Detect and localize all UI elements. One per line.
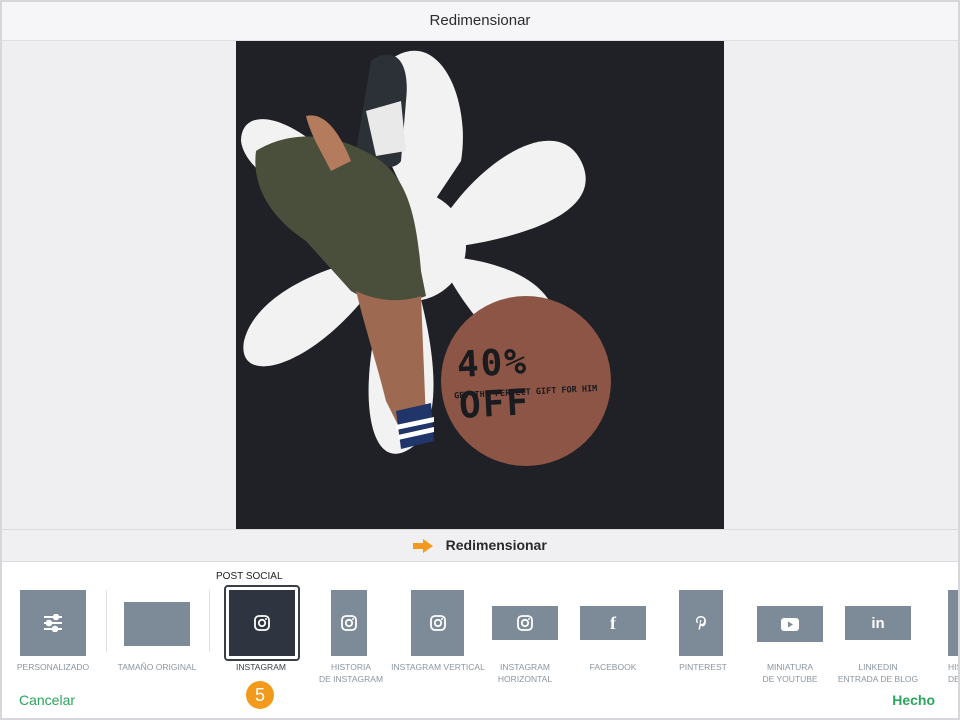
preset-facebook[interactable]: f FACEBOOK: [580, 562, 646, 688]
preset-tile[interactable]: [757, 606, 823, 642]
cancel-button[interactable]: Cancelar: [19, 692, 75, 708]
preset-label: HIS DE SN: [948, 661, 958, 685]
preset-label-line2: HORIZONTAL: [497, 674, 553, 684]
instagram-icon: [341, 615, 357, 631]
preset-tile[interactable]: [492, 606, 558, 640]
preset-label: LINKEDIN ENTRADA DE BLOG: [835, 661, 921, 685]
preset-label-line1: INSTAGRAM: [500, 662, 550, 672]
preset-label-line2: ENTRADA DE BLOG: [837, 674, 919, 684]
divider: [209, 590, 210, 652]
bottom-bar: Cancelar Hecho: [2, 688, 958, 718]
preset-tile[interactable]: [948, 590, 958, 656]
preset-instagram[interactable]: INSTAGRAM: [224, 562, 300, 688]
preset-tile[interactable]: [124, 602, 190, 646]
preset-tile[interactable]: in: [845, 606, 911, 640]
preset-label: MINIATURA DE YOUTUBE: [747, 661, 833, 685]
preset-tamano-original[interactable]: TAMAÑO ORIGINAL: [118, 562, 196, 688]
page-title: Redimensionar: [429, 12, 531, 29]
resize-action-bar: Redimensionar: [2, 529, 958, 562]
preset-tile[interactable]: [331, 590, 367, 656]
facebook-icon: f: [610, 613, 616, 633]
youtube-icon: [781, 617, 799, 631]
preset-label-line1: HIS: [948, 662, 958, 672]
preset-label: INSTAGRAM HORIZONTAL: [482, 661, 568, 685]
preset-label: INSTAGRAM: [236, 662, 286, 672]
preset-label-line2: DE SN: [948, 674, 958, 684]
artwork-graphic: [236, 41, 724, 529]
preset-label: FACEBOOK: [589, 662, 637, 672]
preset-label-line1: MINIATURA: [766, 662, 814, 672]
preset-historia-instagram[interactable]: HISTORIA DE INSTAGRAM: [318, 562, 384, 688]
instagram-icon: [517, 615, 533, 631]
action-label: Redimensionar: [445, 537, 547, 553]
preset-linkedin[interactable]: in LINKEDIN ENTRADA DE BLOG: [838, 562, 918, 688]
sliders-icon: [44, 614, 62, 632]
preset-tile[interactable]: [679, 590, 723, 656]
sale-headline: 40% OFF: [455, 341, 532, 427]
title-bar: Redimensionar: [2, 2, 958, 41]
preset-pinterest[interactable]: PINTEREST: [670, 562, 736, 688]
preset-label: TAMAÑO ORIGINAL: [117, 662, 197, 672]
artboard[interactable]: 40% OFF GET THE PERFECT GIFT FOR HIM: [236, 41, 724, 529]
preset-youtube[interactable]: MINIATURA DE YOUTUBE: [757, 562, 823, 688]
preset-label-line2: DE INSTAGRAM: [318, 674, 384, 684]
instagram-icon: [429, 615, 446, 631]
preset-tile[interactable]: [229, 590, 295, 656]
linkedin-icon: in: [871, 614, 885, 632]
preset-strip[interactable]: PERSONALIZADO TAMAÑO ORIGINAL POST SOCIA…: [2, 562, 958, 688]
preset-instagram-horizontal[interactable]: INSTAGRAM HORIZONTAL: [492, 562, 558, 688]
preset-tile[interactable]: [20, 590, 86, 656]
done-button[interactable]: Hecho: [892, 692, 935, 708]
resize-screen: Redimensionar 40% OFF GET THE PERFECT GI…: [2, 2, 958, 718]
preset-label-line1: HISTORIA: [331, 662, 371, 672]
preset-personalizado[interactable]: PERSONALIZADO: [17, 562, 89, 688]
preset-label: HISTORIA DE INSTAGRAM: [308, 661, 394, 685]
preset-label: INSTAGRAM VERTICAL: [391, 662, 485, 672]
preset-label-line2: DE YOUTUBE: [762, 674, 818, 684]
divider: [106, 590, 107, 652]
preset-label: PINTEREST: [679, 662, 727, 672]
step-number-badge: 5: [246, 681, 274, 709]
preset-partial[interactable]: HIS DE SN: [948, 562, 958, 688]
preset-tile[interactable]: [411, 590, 464, 656]
arrow-right-icon: [413, 538, 434, 553]
preset-label: PERSONALIZADO: [16, 662, 90, 672]
pinterest-icon: [696, 616, 706, 630]
preset-instagram-vertical[interactable]: INSTAGRAM VERTICAL: [391, 562, 485, 688]
canvas-area: 40% OFF GET THE PERFECT GIFT FOR HIM: [2, 41, 958, 529]
preset-label-line1: LINKEDIN: [858, 662, 898, 672]
instagram-icon: [254, 615, 270, 631]
preset-tile[interactable]: f: [580, 606, 646, 640]
